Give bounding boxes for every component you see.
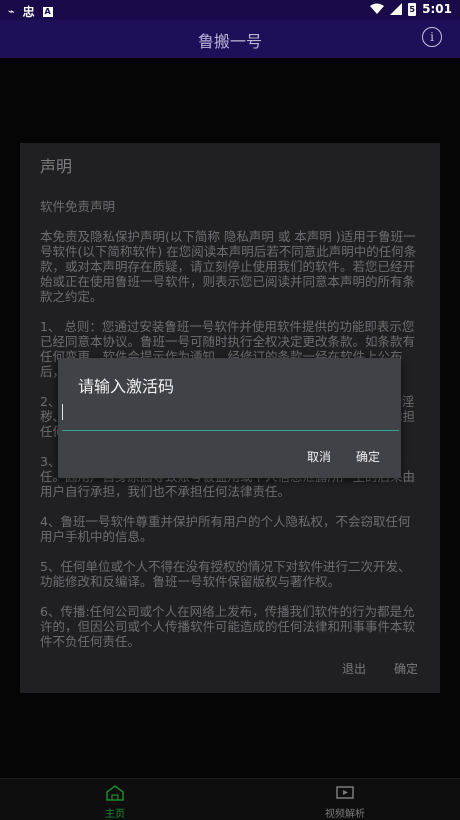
home-icon xyxy=(106,785,124,801)
confirm-button[interactable]: 确定 xyxy=(356,448,380,465)
usb-icon: ⌁ xyxy=(8,5,15,18)
wifi-icon xyxy=(370,3,385,14)
declaration-title: 声明 xyxy=(40,157,73,176)
app-bar: 鲁搬一号 i xyxy=(0,20,460,58)
nav-home-label: 主页 xyxy=(105,809,125,820)
status-time: 5:01 xyxy=(422,2,452,16)
activation-code-input[interactable] xyxy=(62,406,399,431)
exit-button[interactable]: 退出 xyxy=(342,662,366,677)
video-parse-icon xyxy=(336,786,354,799)
activation-dialog-title: 请输入激活码 xyxy=(78,377,175,396)
notification-a-icon: A xyxy=(42,6,53,17)
info-icon[interactable]: i xyxy=(422,27,442,47)
nav-home[interactable]: 主页 xyxy=(0,785,230,820)
text-cursor xyxy=(62,404,63,420)
status-bar: ⌁ 忠 A 5 5:01 xyxy=(0,0,460,20)
battery-icon: 5 xyxy=(408,2,417,16)
activation-dialog: 请输入激活码 取消 确定 xyxy=(58,358,401,478)
declaration-confirm-button[interactable]: 确定 xyxy=(394,662,418,677)
sim-indicator: 忠 xyxy=(22,5,35,19)
signal-icon xyxy=(390,3,403,15)
cancel-button[interactable]: 取消 xyxy=(307,448,331,465)
nav-video-label: 视频解析 xyxy=(325,809,365,820)
nav-video-parse[interactable]: 视频解析 xyxy=(230,785,460,820)
bottom-nav: 主页 视频解析 xyxy=(0,778,460,820)
app-title: 鲁搬一号 xyxy=(197,32,262,51)
